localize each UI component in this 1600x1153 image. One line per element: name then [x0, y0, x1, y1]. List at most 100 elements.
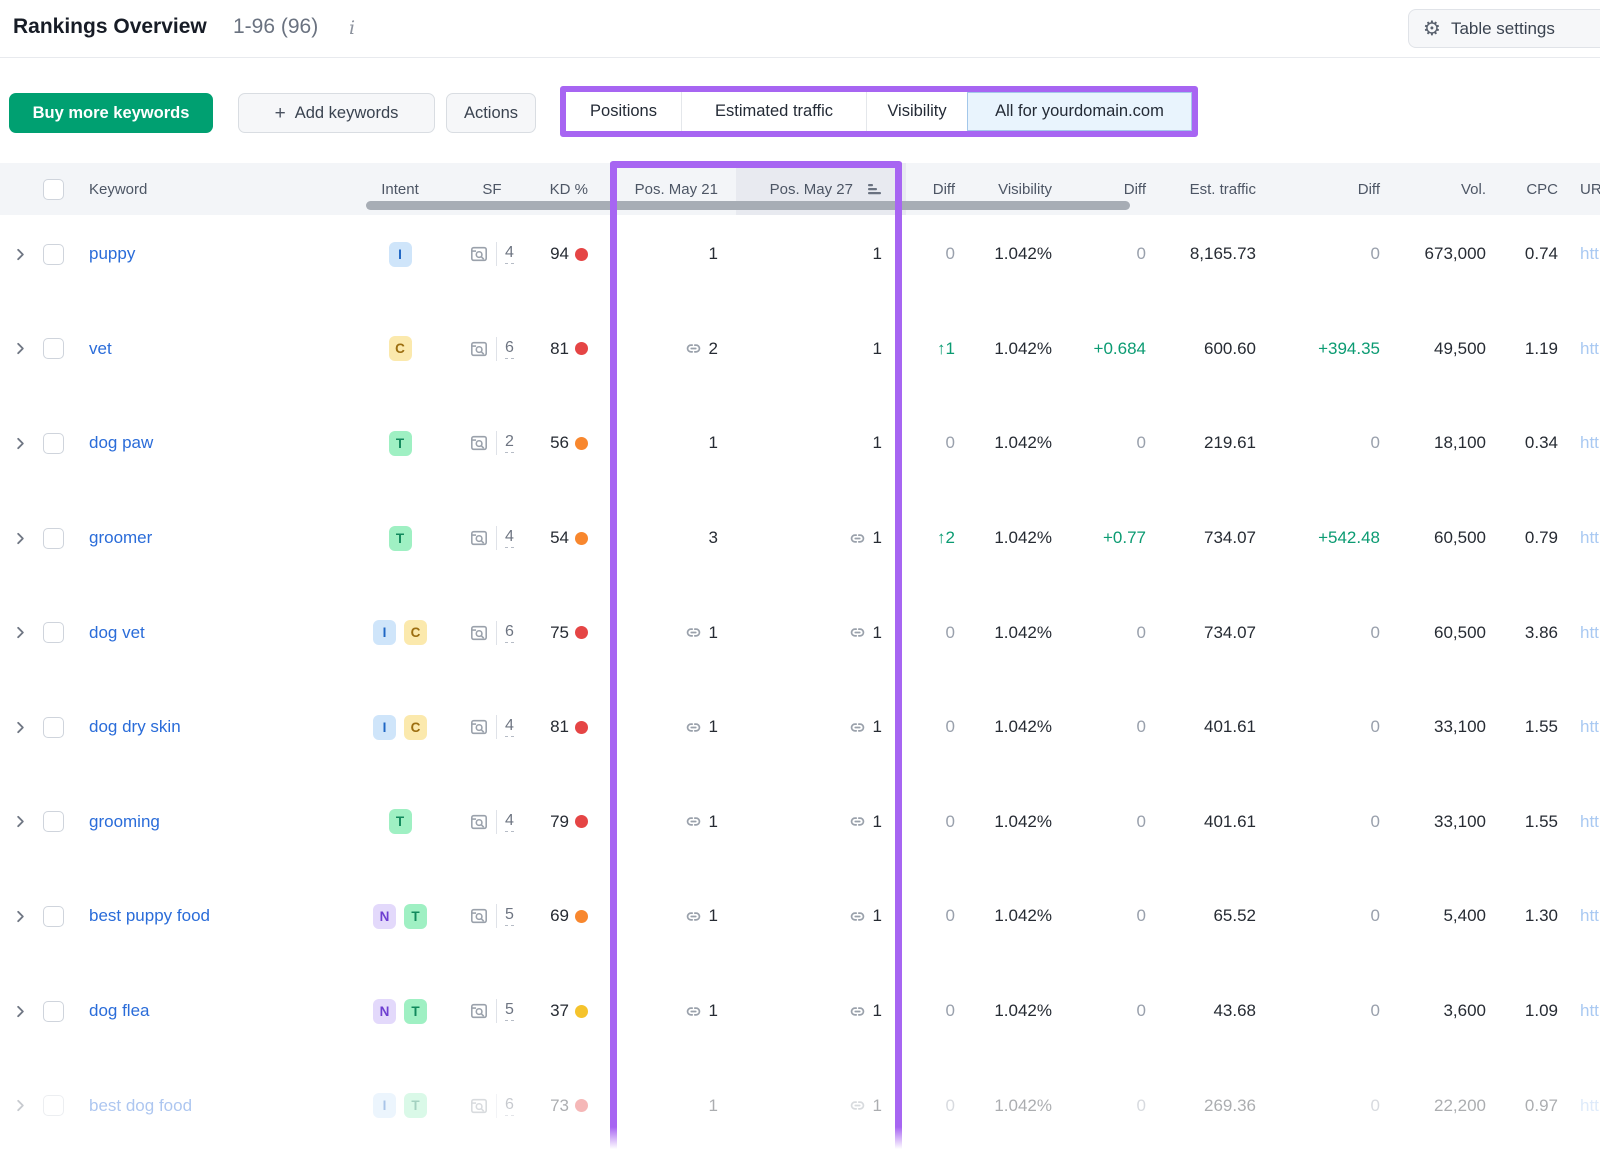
pos-may27-value: 1 [873, 812, 882, 832]
serp-link-icon[interactable] [685, 340, 702, 357]
volume-value: 60,500 [1434, 528, 1486, 548]
row-checkbox[interactable] [43, 338, 64, 359]
col-header-est-traffic[interactable]: Est. traffic [1146, 163, 1256, 215]
serp-link-icon[interactable] [685, 624, 702, 641]
url-link[interactable]: htt [1580, 244, 1599, 264]
tab-all-for-yourdomain[interactable]: All for yourdomain.com [967, 92, 1192, 131]
visibility-diff-value: 0 [1137, 1001, 1146, 1021]
keyword-link[interactable]: grooming [89, 812, 160, 832]
serp-features-count[interactable]: 4 [505, 812, 514, 832]
actions-button[interactable]: Actions [446, 93, 536, 133]
serp-features-count[interactable]: 4 [505, 528, 514, 548]
serp-link-icon[interactable] [849, 530, 866, 547]
url-link[interactable]: htt [1580, 906, 1599, 926]
volume-cell: 33,100 [1380, 717, 1486, 737]
expand-chevron-icon[interactable] [13, 625, 28, 640]
keyword-link[interactable]: dog vet [89, 623, 145, 643]
intent-badge-C: C [404, 620, 427, 645]
row-checkbox[interactable] [43, 717, 64, 738]
url-link[interactable]: htt [1580, 1001, 1599, 1021]
serp-features-count[interactable]: 4 [505, 244, 514, 264]
serp-link-icon[interactable] [685, 908, 702, 925]
intent-badge-T: T [404, 1093, 427, 1118]
serp-link-icon[interactable] [849, 1097, 866, 1114]
keyword-link[interactable]: dog paw [89, 433, 153, 453]
col-header-cpc[interactable]: CPC [1486, 163, 1558, 215]
serp-features-count[interactable]: 5 [505, 906, 514, 926]
keyword-link[interactable]: dog flea [89, 1001, 150, 1021]
pos-may21-value: 3 [709, 528, 718, 548]
url-link[interactable]: htt [1580, 528, 1599, 548]
row-checkbox[interactable] [43, 528, 64, 549]
expand-chevron-icon[interactable] [13, 909, 28, 924]
horizontal-scrollbar[interactable] [366, 201, 1130, 210]
row-checkbox[interactable] [43, 906, 64, 927]
serp-link-icon[interactable] [685, 1003, 702, 1020]
keyword-link[interactable]: vet [89, 339, 112, 359]
url-link[interactable]: htt [1580, 339, 1599, 359]
visibility-diff-cell: 0 [1052, 623, 1146, 643]
expand-chevron-icon[interactable] [13, 247, 28, 262]
keyword-link[interactable]: dog dry skin [89, 717, 181, 737]
pos-may21-cell: 1 [590, 1096, 718, 1116]
serp-features-count[interactable]: 2 [505, 433, 514, 453]
tab-positions[interactable]: Positions [566, 92, 682, 131]
serp-link-icon[interactable] [849, 813, 866, 830]
cpc-cell: 0.74 [1486, 244, 1558, 264]
row-checkbox[interactable] [43, 1095, 64, 1116]
col-header-keyword[interactable]: Keyword [66, 163, 352, 215]
url-link[interactable]: htt [1580, 717, 1599, 737]
expand-chevron-icon[interactable] [13, 1098, 28, 1113]
keyword-link[interactable]: best dog food [89, 1096, 192, 1116]
add-keywords-button[interactable]: + Add keywords [238, 93, 435, 133]
intent-badge-T: T [389, 809, 412, 834]
col-header-volume[interactable]: Vol. [1380, 163, 1486, 215]
buy-more-keywords-button[interactable]: Buy more keywords [9, 93, 213, 133]
est-traffic-value: 65.52 [1213, 906, 1256, 926]
serp-link-icon[interactable] [685, 813, 702, 830]
tab-estimated-traffic[interactable]: Estimated traffic [682, 92, 867, 131]
serp-features-count[interactable]: 6 [505, 339, 514, 359]
col-header-url[interactable]: URL [1558, 163, 1600, 215]
traffic-diff-value: 0 [1371, 244, 1380, 264]
expand-chevron-icon[interactable] [13, 1004, 28, 1019]
col-header-traffic-diff[interactable]: Diff [1256, 163, 1380, 215]
row-checkbox[interactable] [43, 622, 64, 643]
intent-badges: IT [352, 1093, 448, 1118]
info-icon[interactable]: i [349, 17, 355, 39]
cpc-value: 1.30 [1525, 906, 1558, 926]
expand-chevron-icon[interactable] [13, 436, 28, 451]
keyword-link[interactable]: best puppy food [89, 906, 210, 926]
expand-chevron-icon[interactable] [13, 341, 28, 356]
visibility-cell: 1.042% [955, 1001, 1052, 1021]
keyword-link[interactable]: puppy [89, 244, 135, 264]
row-checkbox[interactable] [43, 1001, 64, 1022]
expand-chevron-icon[interactable] [13, 814, 28, 829]
intent-badge-I: I [373, 1093, 396, 1118]
serp-link-icon[interactable] [685, 719, 702, 736]
url-link[interactable]: htt [1580, 433, 1599, 453]
serp-features-count[interactable]: 6 [505, 1096, 514, 1116]
expand-chevron-icon[interactable] [13, 531, 28, 546]
row-checkbox[interactable] [43, 811, 64, 832]
url-link[interactable]: htt [1580, 1096, 1599, 1116]
kd-value: 75 [550, 623, 569, 643]
serp-features-count[interactable]: 4 [505, 717, 514, 737]
table-settings-button[interactable]: ⚙ Table settings [1408, 9, 1600, 48]
serp-link-icon[interactable] [849, 624, 866, 641]
intent-badge-T: T [389, 431, 412, 456]
serp-features-count[interactable]: 5 [505, 1001, 514, 1021]
keyword-link[interactable]: groomer [89, 528, 152, 548]
serp-link-icon[interactable] [849, 719, 866, 736]
row-checkbox[interactable] [43, 433, 64, 454]
pos-may21-value: 1 [709, 1096, 718, 1116]
serp-features-count[interactable]: 6 [505, 623, 514, 643]
select-all-checkbox[interactable] [43, 179, 64, 200]
serp-link-icon[interactable] [849, 908, 866, 925]
url-link[interactable]: htt [1580, 623, 1599, 643]
url-link[interactable]: htt [1580, 812, 1599, 832]
row-checkbox[interactable] [43, 244, 64, 265]
expand-chevron-icon[interactable] [13, 720, 28, 735]
serp-link-icon[interactable] [849, 1003, 866, 1020]
tab-visibility[interactable]: Visibility [867, 92, 967, 131]
